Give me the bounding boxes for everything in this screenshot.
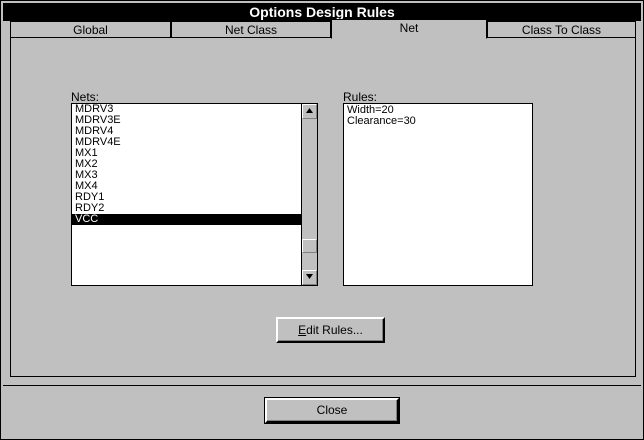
tab-net-class[interactable]: Net Class	[171, 21, 331, 37]
net-list-item[interactable]: RDY1	[72, 192, 317, 203]
rules-listbox[interactable]: Width=20 Clearance=30	[343, 103, 533, 286]
net-list-item[interactable]: MX2	[72, 159, 317, 170]
nets-label: Nets:	[71, 90, 100, 104]
net-tab-panel: Nets: MDRV3 MDRV3E MDRV4 MDRV4E MX1 MX2 MX3 MX4…	[10, 37, 636, 377]
scroll-thumb[interactable]	[302, 239, 317, 253]
tab-net[interactable]: Net	[331, 19, 487, 39]
options-design-rules-dialog: Options Design Rules Global Net Class Ne…	[0, 0, 644, 440]
close-button[interactable]: Close	[264, 397, 400, 424]
edit-rules-label: dit Rules...	[306, 323, 363, 337]
net-list-item[interactable]: RDY2	[72, 203, 317, 214]
arrow-up-icon	[306, 108, 313, 113]
scroll-down-button[interactable]	[302, 270, 317, 285]
net-list-item[interactable]: MX1	[72, 148, 317, 159]
net-list-item[interactable]: MX4	[72, 181, 317, 192]
edit-rules-accelerator: E	[298, 323, 307, 337]
rules-label: Rules:	[343, 90, 378, 104]
edit-rules-button[interactable]: Edit Rules...	[276, 317, 385, 343]
nets-listbox[interactable]: MDRV3 MDRV3E MDRV4 MDRV4E MX1 MX2 MX3 MX4 RDY1 RD…	[71, 103, 318, 286]
net-list-item[interactable]: VCC	[72, 214, 317, 225]
scroll-up-button[interactable]	[302, 104, 317, 119]
arrow-down-icon	[306, 274, 313, 279]
nets-scrollbar[interactable]	[301, 104, 317, 285]
nets-list: MDRV3 MDRV3E MDRV4 MDRV4E MX1 MX2 MX3 MX4 RDY1 RD…	[72, 104, 317, 225]
tab-global[interactable]: Global	[10, 21, 171, 37]
net-list-item[interactable]: MDRV4E	[72, 137, 317, 148]
rule-list-item[interactable]: Clearance=30	[344, 116, 532, 127]
window-title: Options Design Rules	[3, 3, 641, 21]
footer-divider	[3, 385, 641, 386]
rules-list: Width=20 Clearance=30	[344, 105, 532, 127]
net-list-item[interactable]: MX3	[72, 170, 317, 181]
tab-class-to-class[interactable]: Class To Class	[487, 21, 636, 37]
